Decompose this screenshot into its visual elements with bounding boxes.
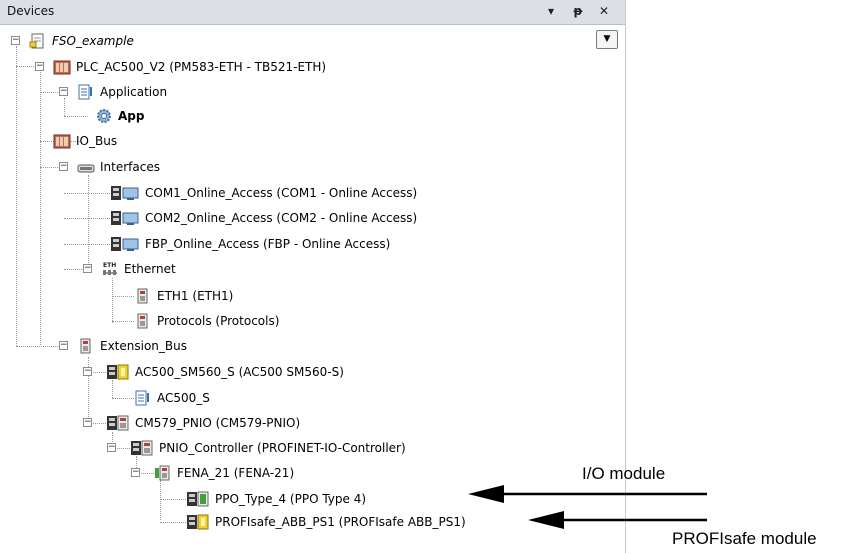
expander-extension-bus[interactable]: − (59, 341, 68, 350)
expander-interfaces[interactable]: − (59, 162, 68, 171)
device-module-icon (137, 313, 148, 329)
safety-module-icon (107, 364, 129, 380)
expander-pnio-controller[interactable]: − (107, 443, 116, 452)
gear-icon (97, 109, 111, 123)
profisafe-module-annotation: PROFIsafe module (672, 529, 817, 548)
device-module-icon (137, 288, 148, 304)
online-access-icon (111, 211, 139, 225)
tree-item-protocols[interactable]: Protocols (Protocols) (134, 311, 279, 331)
tree-item-label: ETH1 (ETH1) (157, 289, 234, 303)
expander-fena21[interactable]: − (131, 468, 140, 477)
tree-item-cm579[interactable]: CM579_PNIO (CM579-PNIO) (106, 413, 300, 433)
panel-title: Devices (7, 4, 55, 18)
close-icon[interactable]: ✕ (595, 2, 613, 20)
expander-application[interactable]: − (59, 87, 68, 96)
tree-item-com1[interactable]: COM1_Online_Access (COM1 - Online Access… (110, 183, 417, 203)
io-module-icon (187, 491, 209, 507)
fena-device-icon (155, 465, 170, 481)
communication-module-icon (107, 415, 129, 431)
tree-item-label: Ethernet (124, 262, 176, 276)
expander-ethernet[interactable]: − (83, 264, 92, 273)
online-access-icon (111, 186, 139, 200)
tree-item-ppo-type4[interactable]: PPO_Type_4 (PPO Type 4) (186, 489, 366, 509)
tree-item-fena21[interactable]: FENA_21 (FENA-21) (154, 463, 294, 483)
tree-item-io-bus[interactable]: IO_Bus (53, 131, 117, 151)
io-bus-icon (53, 134, 71, 149)
expander-cm579[interactable]: − (83, 418, 92, 427)
tree-item-plc[interactable]: PLC_AC500_V2 (PM583-ETH - TB521-ETH) (53, 57, 326, 77)
application-icon (78, 84, 92, 100)
plc-device-icon (53, 60, 71, 75)
tree-item-label: Application (100, 85, 168, 99)
tree-item-label: Protocols (Protocols) (157, 314, 280, 328)
application-icon (135, 390, 149, 406)
tree-item-label: FBP_Online_Access (FBP - Online Access) (145, 237, 391, 251)
tree-item-label: App (118, 109, 145, 123)
tree-item-label: Extension_Bus (100, 339, 187, 353)
io-module-annotation: I/O module (582, 464, 666, 483)
tree-item-label: IO_Bus (76, 134, 118, 148)
tree-item-app[interactable]: App (95, 106, 144, 126)
pin-icon[interactable]: ᵽ (569, 2, 587, 20)
tree-item-label: COM2_Online_Access (COM2 - Online Access… (145, 211, 418, 225)
tree-item-application[interactable]: Application (77, 82, 167, 102)
tree-dropdown-button[interactable]: ▼ (596, 30, 618, 49)
svg-text:ETH: ETH (103, 262, 116, 269)
tree-item-label: AC500_S (157, 391, 210, 405)
tree-item-fbp[interactable]: FBP_Online_Access (FBP - Online Access) (110, 234, 390, 254)
expander-plc[interactable]: − (35, 62, 44, 71)
extension-bus-icon (80, 338, 91, 354)
online-access-icon (111, 237, 139, 251)
tree-item-label: PNIO_Controller (PROFINET-IO-Controller) (159, 441, 406, 455)
profisafe-module-icon (187, 514, 209, 530)
tree-item-label: PLC_AC500_V2 (PM583-ETH - TB521-ETH) (76, 60, 327, 74)
tree-item-interfaces[interactable]: Interfaces (77, 157, 160, 177)
project-icon (29, 33, 44, 49)
tree-item-ac500-sm560[interactable]: AC500_SM560_S (AC500 SM560-S) (106, 362, 344, 382)
controller-icon (131, 440, 153, 456)
tree-item-label: Interfaces (100, 160, 160, 174)
tree-item-label: PPO_Type_4 (PPO Type 4) (215, 492, 367, 506)
panel-titlebar: Devices ▾ ᵽ ✕ (0, 0, 625, 25)
tree-item-ethernet[interactable]: ETH Ethernet (101, 259, 176, 279)
ethernet-icon: ETH (103, 262, 117, 275)
tree-item-ac500-s[interactable]: AC500_S (134, 388, 210, 408)
devices-panel: Devices ▾ ᵽ ✕ ▼ − − − − − − − − − − FSO_… (0, 0, 626, 553)
tree-item-label: PROFIsafe_ABB_PS1 (PROFIsafe ABB_PS1) (215, 515, 466, 529)
tree-item-fso-example[interactable]: FSO_example (29, 31, 134, 51)
tree-item-extension-bus[interactable]: Extension_Bus (77, 336, 187, 356)
tree-item-label: AC500_SM560_S (AC500 SM560-S) (135, 365, 344, 379)
tree-item-com2[interactable]: COM2_Online_Access (COM2 - Online Access… (110, 208, 417, 228)
tree-item-pnio-controller[interactable]: PNIO_Controller (PROFINET-IO-Controller) (130, 438, 406, 458)
tree-item-label: CM579_PNIO (CM579-PNIO) (135, 416, 301, 430)
expander-fso[interactable]: − (11, 36, 20, 45)
expander-ac500-sm560[interactable]: − (83, 367, 92, 376)
window-menu-icon[interactable]: ▾ (542, 2, 560, 20)
tree-item-label: FSO_example (52, 34, 134, 48)
annotation-arrows (468, 485, 707, 529)
tree-item-label: COM1_Online_Access (COM1 - Online Access… (145, 186, 418, 200)
tree-item-eth1[interactable]: ETH1 (ETH1) (134, 286, 233, 306)
interfaces-icon (77, 164, 95, 173)
tree-item-profisafe[interactable]: PROFIsafe_ABB_PS1 (PROFIsafe ABB_PS1) (186, 512, 466, 532)
tree-item-label: FENA_21 (FENA-21) (177, 466, 295, 480)
